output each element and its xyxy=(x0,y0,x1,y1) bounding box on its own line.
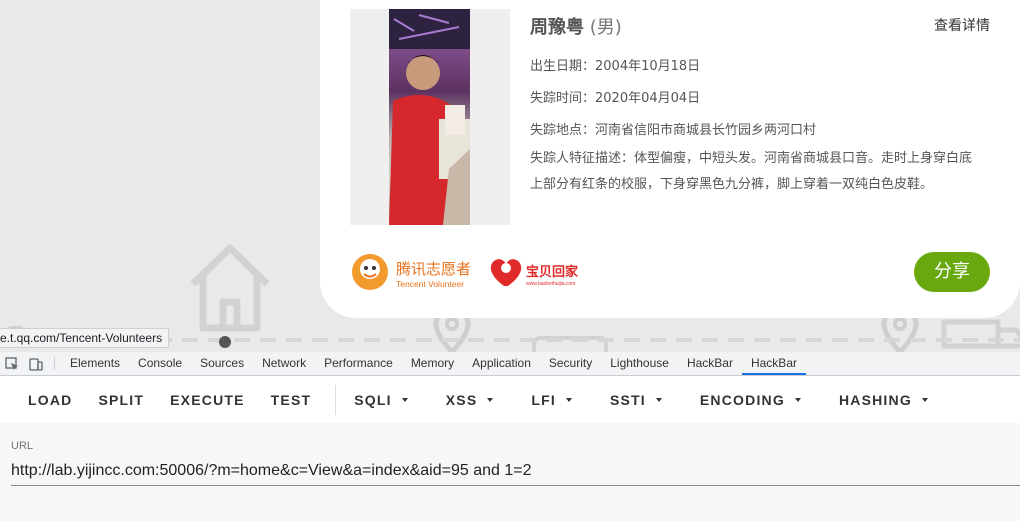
ssti-label: SSTI xyxy=(609,392,646,408)
description-row: 失踪人特征描述：体型偏瘦，中短头发。河南省商城县口音。走时上身穿白底上部分有红条… xyxy=(530,146,985,198)
birth-date-row: 出生日期：2004年10月18日 xyxy=(530,54,700,80)
person-photo[interactable] xyxy=(350,9,510,225)
person-name: 周豫粤 xyxy=(530,17,584,38)
missing-place-value: 河南省信阳市商城县长竹园乡两河口村 xyxy=(595,123,817,138)
missing-place-row: 失踪地点：河南省信阳市商城县长竹园乡两河口村 xyxy=(530,118,816,144)
house-icon xyxy=(190,244,270,332)
tencent-volunteer-en: Tencent Volunteer xyxy=(396,279,464,289)
hackbar-separator xyxy=(335,385,337,415)
missing-person-card: 周豫粤 (男) n 查看详情 出生日期：2004年10月18日 失踪时间：202… xyxy=(320,0,1020,318)
missing-time-row: 失踪时间：2020年04月04日 xyxy=(530,86,700,112)
tencent-volunteer-logo[interactable]: 腾讯志愿者 Tencent Volunteer xyxy=(350,252,480,292)
encoding-label: ENCODING xyxy=(699,392,785,408)
tencent-volunteer-cn: 腾讯志愿者 xyxy=(396,260,471,278)
lfi-dropdown[interactable]: LFI xyxy=(493,377,572,423)
hackbar-body: URL xyxy=(0,423,1020,521)
devtools-tab-lighthouse[interactable]: Lighthouse xyxy=(601,352,678,375)
devtools-tab-sources[interactable]: Sources xyxy=(191,352,253,375)
load-button[interactable]: LOAD xyxy=(0,377,90,423)
person-name-row: 周豫粤 (男) xyxy=(530,13,622,39)
baobeihuijia-cn: 宝贝回家 xyxy=(526,264,579,280)
hackbar-toolbar: LOAD SPLIT EXECUTE TEST SQLI XSS LFI SST… xyxy=(0,377,1020,423)
description-label: 失踪人特征描述： xyxy=(530,151,635,166)
devtools-tab-list: Elements Console Sources Network Performance… xyxy=(61,352,806,375)
devtools-tab-console[interactable]: Console xyxy=(129,352,191,375)
missing-place-label: 失踪地点： xyxy=(530,123,596,138)
lfi-label: LFI xyxy=(531,392,556,408)
url-input[interactable] xyxy=(11,456,1020,486)
devtools-tab-memory[interactable]: Memory xyxy=(402,352,463,375)
birth-date-label: 出生日期： xyxy=(530,59,596,74)
xss-dropdown[interactable]: XSS xyxy=(408,377,494,423)
sqli-label: SQLI xyxy=(354,392,392,408)
devtools-tab-elements[interactable]: Elements xyxy=(61,352,129,375)
baobeihuijia-logo[interactable]: 宝贝回家 www.baobeihuijia.com xyxy=(486,252,586,292)
split-button[interactable]: SPLIT xyxy=(90,377,162,423)
view-details-link[interactable]: 查看详情 xyxy=(934,15,990,35)
status-bar-url: e.t.qq.com/Tencent-Volunteers xyxy=(0,328,170,348)
devtools-separator xyxy=(54,357,55,370)
missing-time-label: 失踪时间： xyxy=(530,91,596,106)
person-gender: (男) xyxy=(589,17,622,38)
caret-down-icon xyxy=(921,398,928,402)
xss-label: XSS xyxy=(445,392,478,408)
devtools-tab-performance[interactable]: Performance xyxy=(315,352,402,375)
url-label: URL xyxy=(11,440,34,452)
hashing-label: HASHING xyxy=(838,392,912,408)
ssti-dropdown[interactable]: SSTI xyxy=(572,377,662,423)
hashing-dropdown[interactable]: HASHING xyxy=(801,377,928,423)
webpage-viewport: 周豫粤 (男) n 查看详情 出生日期：2004年10月18日 失踪时间：202… xyxy=(0,0,1020,352)
devtools-tab-security[interactable]: Security xyxy=(540,352,601,375)
birth-date-value: 2004年10月18日 xyxy=(595,59,701,74)
sqli-dropdown[interactable]: SQLI xyxy=(340,377,408,423)
execute-button[interactable]: EXECUTE xyxy=(162,377,263,423)
encoding-dropdown[interactable]: ENCODING xyxy=(662,377,801,423)
devtools-tab-strip: Elements Console Sources Network Performance… xyxy=(0,352,1020,376)
baobeihuijia-en: www.baobeihuijia.com xyxy=(526,281,575,287)
test-button[interactable]: TEST xyxy=(263,377,330,423)
devtools-tab-network[interactable]: Network xyxy=(253,352,315,375)
inspect-element-icon[interactable] xyxy=(0,352,24,375)
device-toolbar-icon[interactable] xyxy=(24,352,48,375)
share-button[interactable]: 分享 xyxy=(914,252,990,292)
missing-time-value: 2020年04月04日 xyxy=(595,91,701,106)
devtools-tab-hackbar[interactable]: HackBar xyxy=(678,352,742,375)
devtools-tab-hackbar[interactable]: HackBar xyxy=(741,352,806,375)
devtools-tab-application[interactable]: Application xyxy=(463,352,540,375)
